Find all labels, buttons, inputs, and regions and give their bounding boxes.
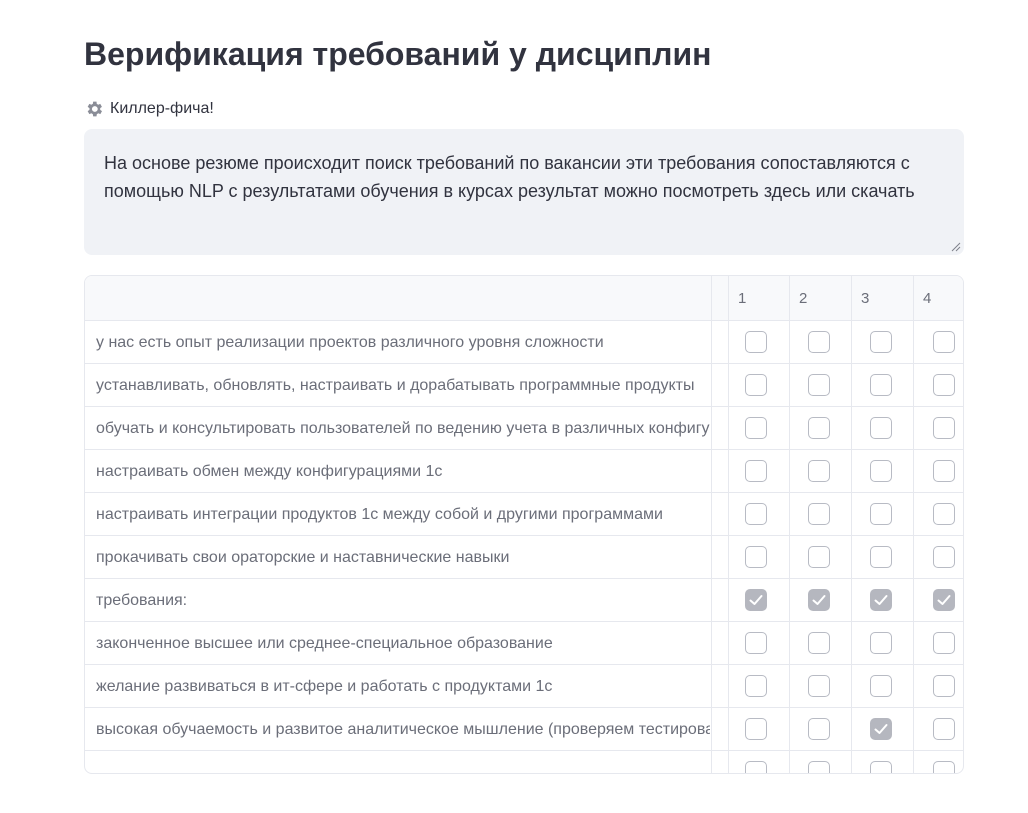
requirement-label: желание развиваться в ит-сфере и работат… [96, 678, 553, 695]
checkbox-col-4[interactable] [933, 417, 955, 439]
requirements-grid[interactable]: 1 2 3 4 у нас есть опыт реализации проектов… [84, 275, 964, 774]
checkmark-icon [874, 724, 888, 734]
checkbox-col-2[interactable] [808, 503, 830, 525]
checkbox-col-1[interactable] [745, 417, 767, 439]
column-header-3[interactable]: 3 [861, 276, 869, 321]
checkbox-col-4[interactable] [933, 546, 955, 568]
checkbox-col-4[interactable] [933, 632, 955, 654]
table-row: настраивать обмен между конфигурациями 1… [85, 450, 963, 493]
description-textarea[interactable]: На основе резюме происходит поиск требов… [84, 129, 964, 255]
requirement-label: прокачивать свои ораторские и наставниче… [96, 549, 510, 566]
table-row: требования: [85, 579, 963, 622]
checkbox-col-1[interactable] [745, 546, 767, 568]
checkbox-col-1[interactable] [745, 331, 767, 353]
checkmark-icon [874, 595, 888, 605]
checkbox-col-3[interactable] [870, 331, 892, 353]
checkbox-col-2[interactable] [808, 331, 830, 353]
column-header-1[interactable]: 1 [738, 276, 746, 321]
requirement-label: настраивать обмен между конфигурациями 1… [96, 463, 443, 480]
column-header-4[interactable]: 4 [923, 276, 931, 321]
feature-label-row: Киллер-фича! [84, 97, 214, 121]
checkmark-icon [937, 595, 951, 605]
checkbox-col-1[interactable] [745, 503, 767, 525]
checkbox-col-4[interactable] [933, 374, 955, 396]
checkbox-col-4[interactable] [933, 761, 955, 773]
checkbox-col-4[interactable] [933, 331, 955, 353]
checkbox-col-1[interactable] [745, 718, 767, 740]
checkbox-col-1[interactable] [745, 761, 767, 773]
requirement-label: требования: [96, 592, 188, 609]
checkbox-col-1[interactable] [745, 589, 767, 611]
requirement-label: у нас есть опыт реализации проектов разл… [96, 334, 604, 351]
checkbox-col-3[interactable] [870, 675, 892, 697]
checkbox-col-3[interactable] [870, 417, 892, 439]
requirement-label: высокая обучаемость и развитое аналитиче… [96, 721, 710, 738]
checkbox-col-1[interactable] [745, 675, 767, 697]
page-title: Верификация требований у дисциплин [84, 36, 712, 72]
description-text: На основе резюме происходит поиск требов… [104, 153, 915, 201]
requirement-label [96, 751, 710, 773]
table-row [85, 751, 963, 773]
checkbox-col-2[interactable] [808, 460, 830, 482]
checkbox-col-2[interactable] [808, 546, 830, 568]
resize-handle-icon[interactable] [951, 242, 961, 252]
feature-label: Киллер-фича! [110, 100, 214, 117]
table-row: настраивать интеграции продуктов 1с межд… [85, 493, 963, 536]
checkbox-col-3[interactable] [870, 589, 892, 611]
table-row: прокачивать свои ораторские и наставниче… [85, 536, 963, 579]
checkbox-col-4[interactable] [933, 503, 955, 525]
table-row: желание развиваться в ит-сфере и работат… [85, 665, 963, 708]
checkbox-col-1[interactable] [745, 632, 767, 654]
checkbox-col-3[interactable] [870, 546, 892, 568]
requirement-label: обучать и консультировать пользователей … [96, 420, 710, 437]
checkmark-icon [749, 595, 763, 605]
checkbox-col-1[interactable] [745, 374, 767, 396]
checkbox-col-3[interactable] [870, 503, 892, 525]
checkbox-col-1[interactable] [745, 460, 767, 482]
requirement-label: законченное высшее или среднее-специальн… [96, 635, 553, 652]
checkbox-col-3[interactable] [870, 460, 892, 482]
checkbox-col-3[interactable] [870, 761, 892, 773]
checkbox-col-3[interactable] [870, 374, 892, 396]
table-row: высокая обучаемость и развитое аналитиче… [85, 708, 963, 751]
checkbox-col-4[interactable] [933, 460, 955, 482]
checkbox-col-4[interactable] [933, 718, 955, 740]
table-row: законченное высшее или среднее-специальн… [85, 622, 963, 665]
checkbox-col-2[interactable] [808, 675, 830, 697]
requirement-label: устанавливать, обновлять, настраивать и … [96, 377, 695, 394]
checkbox-col-2[interactable] [808, 374, 830, 396]
checkbox-col-2[interactable] [808, 632, 830, 654]
table-row: у нас есть опыт реализации проектов разл… [85, 321, 963, 364]
checkbox-col-2[interactable] [808, 417, 830, 439]
checkbox-col-2[interactable] [808, 589, 830, 611]
requirement-label: настраивать интеграции продуктов 1с межд… [96, 506, 663, 523]
checkbox-col-3[interactable] [870, 718, 892, 740]
checkbox-col-4[interactable] [933, 589, 955, 611]
checkbox-col-2[interactable] [808, 761, 830, 773]
column-header-2[interactable]: 2 [799, 276, 807, 321]
checkbox-col-3[interactable] [870, 632, 892, 654]
checkmark-icon [812, 595, 826, 605]
table-row: обучать и консультировать пользователей … [85, 407, 963, 450]
table-row: устанавливать, обновлять, настраивать и … [85, 364, 963, 407]
checkbox-col-4[interactable] [933, 675, 955, 697]
gear-icon [84, 99, 104, 119]
checkbox-col-2[interactable] [808, 718, 830, 740]
grid-header-row: 1 2 3 4 [85, 276, 963, 321]
